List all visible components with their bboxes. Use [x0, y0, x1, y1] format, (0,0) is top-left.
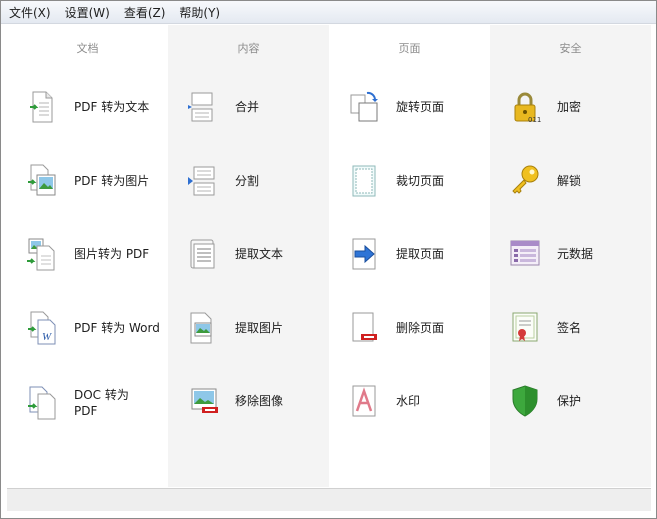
tool-crop-page[interactable]: 裁切页面 — [347, 161, 487, 201]
metadata-icon — [508, 236, 542, 272]
remove-image-icon — [186, 383, 220, 419]
tool-extract-image[interactable]: 提取图片 — [186, 308, 326, 348]
delete-page-icon — [347, 310, 381, 346]
tool-label: 提取页面 — [396, 247, 445, 261]
tool-pdf-to-image[interactable]: PDF 转为图片 — [25, 161, 165, 201]
tool-label: 图片转为 PDF — [74, 247, 150, 261]
menu-file[interactable]: 文件(X) — [1, 4, 57, 21]
column-header: 页面 — [398, 42, 421, 55]
lock-icon: 011 — [508, 89, 542, 125]
extract-text-icon — [186, 236, 220, 272]
tool-columns: 文档 PDF 转为文本 PDF 转为图片 图片转为 PDF W PDF 转为 W… — [7, 25, 651, 487]
column-header: 文档 — [76, 42, 99, 55]
menu-settings[interactable]: 设置(W) — [57, 4, 116, 21]
tool-signature[interactable]: 签名 — [508, 308, 648, 348]
tool-label: 裁切页面 — [396, 174, 445, 188]
svg-text:W: W — [42, 331, 52, 343]
tool-label: 解锁 — [557, 174, 582, 188]
image-to-pdf-icon — [25, 236, 59, 272]
tool-delete-page[interactable]: 删除页面 — [347, 308, 487, 348]
tool-label: PDF 转为文本 — [74, 100, 150, 114]
extract-page-icon — [347, 236, 381, 272]
extract-image-icon — [186, 310, 220, 346]
tool-label: 分割 — [235, 174, 260, 188]
tool-label: 删除页面 — [396, 321, 445, 335]
svg-text:011: 011 — [528, 116, 541, 124]
tool-split[interactable]: 分割 — [186, 161, 326, 201]
tool-label: PDF 转为图片 — [74, 174, 150, 188]
pdf-to-word-icon: W — [25, 310, 59, 346]
tool-metadata[interactable]: 元数据 — [508, 234, 648, 274]
column-page: 页面 旋转页面 裁切页面 提取页面 删除页面 水印 — [329, 25, 490, 487]
tool-pdf-to-text[interactable]: PDF 转为文本 — [25, 87, 165, 127]
tool-unlock[interactable]: 解锁 — [508, 161, 648, 201]
tool-label: 签名 — [557, 321, 582, 335]
tool-label: 保护 — [557, 394, 582, 408]
status-bar — [7, 488, 651, 511]
column-security: 安全 011 加密 解锁 元数据 签名 保护 — [490, 25, 651, 487]
tool-label: 元数据 — [557, 247, 594, 261]
tool-pdf-to-word[interactable]: W PDF 转为 Word — [25, 308, 165, 348]
column-header: 内容 — [237, 42, 260, 55]
menu-view[interactable]: 查看(Z) — [116, 4, 172, 21]
tool-label: 提取图片 — [235, 321, 284, 335]
certificate-icon — [508, 310, 542, 346]
shield-icon — [508, 383, 542, 419]
column-header: 安全 — [559, 42, 582, 55]
watermark-icon — [347, 383, 381, 419]
column-content: 内容 合并 分割 提取文本 提取图片 移除图像 — [168, 25, 329, 487]
tool-label: 加密 — [557, 100, 582, 114]
pdf-to-text-icon — [25, 89, 59, 125]
tool-label: 合并 — [235, 100, 260, 114]
tool-label: PDF 转为 Word — [74, 321, 160, 335]
merge-icon — [186, 89, 220, 125]
menu-help[interactable]: 帮助(Y) — [171, 4, 226, 21]
tool-doc-to-pdf[interactable]: DOC 转为 PDF — [25, 381, 165, 425]
rotate-page-icon — [347, 89, 381, 125]
tool-encrypt[interactable]: 011 加密 — [508, 87, 648, 127]
menu-bar: 文件(X) 设置(W) 查看(Z) 帮助(Y) — [1, 1, 656, 24]
tool-protect[interactable]: 保护 — [508, 381, 648, 421]
tool-image-to-pdf[interactable]: 图片转为 PDF — [25, 234, 165, 274]
tool-label: 提取文本 — [235, 247, 284, 261]
split-icon — [186, 163, 220, 199]
key-icon — [508, 163, 542, 199]
tool-remove-image[interactable]: 移除图像 — [186, 381, 326, 421]
app-window: 文件(X) 设置(W) 查看(Z) 帮助(Y) 文档 PDF 转为文本 PDF … — [0, 0, 657, 519]
tool-extract-text[interactable]: 提取文本 — [186, 234, 326, 274]
tool-watermark[interactable]: 水印 — [347, 381, 487, 421]
tool-extract-page[interactable]: 提取页面 — [347, 234, 487, 274]
tool-label: 移除图像 — [235, 394, 284, 408]
crop-page-icon — [347, 163, 381, 199]
tool-label: DOC 转为 PDF — [74, 388, 129, 418]
doc-to-pdf-icon — [25, 385, 59, 421]
tool-rotate-page[interactable]: 旋转页面 — [347, 87, 487, 127]
tool-merge[interactable]: 合并 — [186, 87, 326, 127]
column-document: 文档 PDF 转为文本 PDF 转为图片 图片转为 PDF W PDF 转为 W… — [7, 25, 168, 487]
pdf-to-image-icon — [25, 163, 59, 199]
tool-label: 旋转页面 — [396, 100, 445, 114]
tool-label: 水印 — [396, 394, 421, 408]
